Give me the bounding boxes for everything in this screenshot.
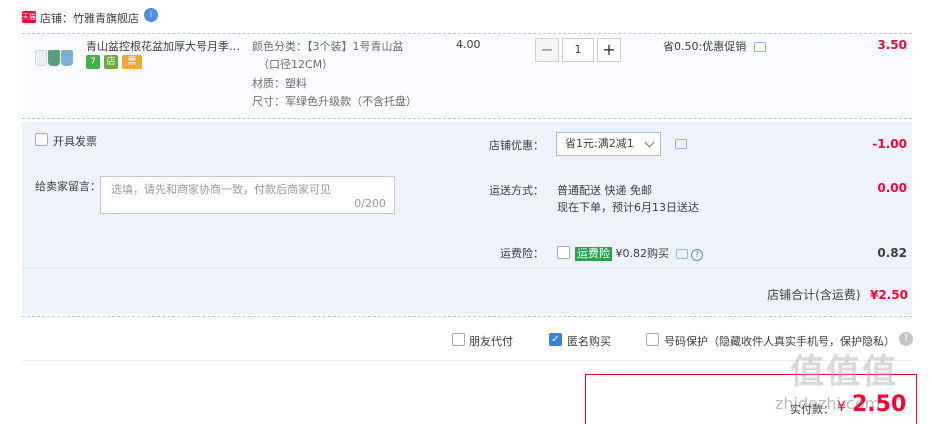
invoice-label: 开具发票 — [53, 135, 97, 148]
pot-image-2 — [48, 50, 60, 66]
product-title[interactable]: 青山盆控根花盆加厚大号月季绿... — [86, 38, 248, 54]
shipping-amount: 0.00 — [877, 181, 907, 195]
pot-image-3 — [61, 50, 73, 66]
increase-button[interactable]: + — [597, 38, 621, 62]
sku-size-detail: （口径12CM） — [258, 58, 334, 71]
quantity-stepper: − 1 + — [535, 38, 621, 62]
product-thumbnail[interactable] — [33, 40, 77, 80]
item-subtotal: 3.50 — [877, 38, 907, 52]
sku-material: 材质：塑料 — [252, 77, 307, 90]
help-icon[interactable]: ? — [899, 332, 913, 346]
memo-char-count: 0/200 — [354, 197, 386, 210]
promo-text: 省0.50:优惠促销 — [663, 38, 766, 54]
watermark-logo: 值值值 — [790, 352, 898, 392]
sku-color: 颜色分类：【3个装】1号青山盆 — [252, 40, 404, 53]
insurance-checkbox[interactable] — [557, 246, 570, 259]
shop-total-amount: ¥2.50 — [870, 288, 908, 302]
memo-textarea[interactable]: 选填，请先和商家协商一致，付款后商家可见 0/200 — [100, 176, 395, 214]
invoice-checkbox[interactable] — [35, 133, 48, 146]
memo-placeholder: 选填，请先和商家协商一致，付款后商家可见 — [111, 183, 331, 196]
sku-dimension: 尺寸：军绿色升级款（不含托盘） — [252, 95, 417, 108]
pot-image-1 — [35, 50, 47, 66]
insurance-label: 运费险： — [500, 247, 544, 260]
insurance-amount: 0.82 — [877, 246, 907, 260]
decrease-button[interactable]: − — [535, 38, 559, 62]
shop-discount-amount: -1.00 — [872, 137, 907, 151]
insurance-price: ¥0.82购买 — [615, 247, 670, 260]
insurance-tag: 运费险 — [575, 247, 612, 261]
chat-icon[interactable] — [675, 139, 687, 149]
shop-total-label: 店铺合计(含运费) — [767, 288, 861, 302]
quantity-input[interactable]: 1 — [562, 38, 594, 62]
shipping-label: 运送方式： — [489, 184, 544, 197]
shop-header — [0, 0, 932, 34]
tmall-badge-icon: 天猫 — [22, 11, 36, 23]
divider — [22, 118, 912, 119]
chat-icon[interactable] — [675, 249, 688, 259]
friend-pay-label: 朋友代付 — [469, 335, 513, 348]
insurance-option: 运费险 ¥0.82购买 ? — [575, 245, 703, 261]
divider — [22, 268, 912, 269]
anonymous-label: 匿名购买 — [567, 335, 611, 348]
watermark-url: zhidezhi.com — [775, 394, 881, 413]
divider — [22, 316, 912, 317]
shop-discount-select[interactable]: 省1元:满2减1 — [556, 132, 661, 156]
divider — [22, 360, 912, 361]
shop-total: 店铺合计(含运费) ¥2.50 — [620, 286, 908, 303]
store-icon: 店 — [104, 55, 118, 69]
promo-label: 省0.50:优惠促销 — [663, 40, 747, 53]
shipping-eta: 现在下单，预计6月13日送达 — [557, 201, 699, 214]
shop-name[interactable]: 店铺：竹雅青旗舰店 — [40, 10, 139, 26]
shop-discount-selected: 省1元:满2减1 — [565, 137, 634, 150]
shop-discount-label: 店铺优惠： — [489, 139, 544, 152]
shipping-method: 普通配送 快递 免邮 — [557, 184, 652, 197]
invoice-icon: 票 — [122, 55, 142, 69]
seven-day-return-icon: 7 — [86, 55, 100, 69]
info-badge-icon[interactable]: i — [144, 8, 158, 22]
anonymous-checkbox[interactable]: ✓ — [549, 333, 562, 346]
help-icon[interactable]: ? — [691, 249, 703, 261]
unit-price: 4.00 — [456, 38, 481, 51]
chevron-down-icon — [644, 137, 655, 148]
number-protect-checkbox[interactable] — [646, 333, 659, 346]
friend-pay-checkbox[interactable] — [452, 333, 465, 346]
chat-icon[interactable] — [753, 42, 766, 52]
memo-label: 给卖家留言： — [35, 180, 101, 193]
